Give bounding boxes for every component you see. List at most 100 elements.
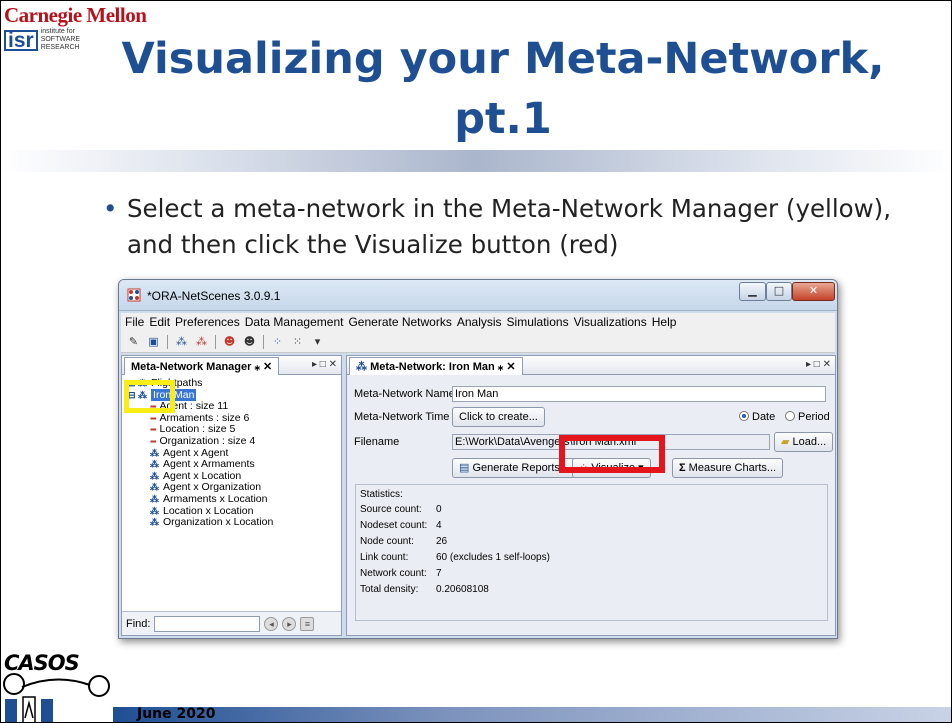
time-label: Meta-Network Time bbox=[354, 411, 450, 423]
network-icon: ⁂ bbox=[150, 493, 159, 504]
statistics-label: Statistics: bbox=[360, 489, 403, 500]
network-icon: ⁂ bbox=[150, 470, 159, 481]
menu-edit[interactable]: Edit bbox=[149, 315, 170, 329]
tree-item-label: Agent x Organization bbox=[163, 481, 262, 494]
click-to-create-button[interactable]: Click to create... bbox=[452, 407, 545, 427]
generate-reports-button[interactable]: ▤ Generate Reports... bbox=[452, 458, 577, 478]
network-edit-icon[interactable]: ⁂ bbox=[193, 334, 210, 350]
name-label: Meta-Network Name bbox=[354, 388, 455, 400]
load-button-label: Load... bbox=[792, 436, 827, 448]
find-next-icon[interactable]: ▸ bbox=[282, 616, 297, 631]
isr-text-line: SOFTWARE bbox=[40, 36, 81, 43]
radio-selected-icon bbox=[739, 411, 749, 421]
slide-title: Visualizing your Meta-Network, pt.1 bbox=[93, 29, 913, 149]
grid-icon[interactable]: ⁙ bbox=[289, 334, 306, 350]
statistic-value: 7 bbox=[436, 568, 442, 579]
menu-preferences[interactable]: Preferences bbox=[175, 315, 240, 329]
find-options-icon[interactable]: ≡ bbox=[300, 616, 315, 631]
bullet-text: Select a meta-network in the Meta-Networ… bbox=[127, 194, 892, 259]
period-radio[interactable]: Period bbox=[785, 411, 830, 423]
find-label: Find: bbox=[126, 617, 151, 630]
tree-item-label: Organization x Location bbox=[163, 516, 274, 529]
tree-item-label: Agent x Location bbox=[163, 469, 242, 482]
statistic-key: Node count: bbox=[360, 536, 414, 547]
menu-help[interactable]: Help bbox=[652, 315, 677, 329]
report-icon: ▤ bbox=[459, 462, 470, 474]
network-icon: ⁂ bbox=[150, 505, 159, 516]
cmu-logo: Carnegie Mellon bbox=[4, 3, 147, 27]
date-radio[interactable]: Date bbox=[739, 411, 775, 423]
isr-text-line: RESEARCH bbox=[40, 44, 80, 51]
toolbar: ✎ ▣ ⁂ ⁂ ☻ ☻ ⁘ ⁙ ▾ bbox=[121, 331, 835, 353]
folder-icon: ▰ bbox=[781, 436, 790, 448]
statistic-value: 0.20608108 bbox=[436, 584, 489, 595]
left-tab-bar: Meta-Network Manager ⁎ ✕ ▸ □ ✕ bbox=[122, 356, 341, 375]
panel-window-controls[interactable]: ▸ □ ✕ bbox=[312, 359, 337, 370]
minimize-button[interactable]: ▁ bbox=[739, 282, 766, 301]
title-line-2: pt.1 bbox=[454, 94, 552, 144]
find-prev-icon[interactable]: ◂ bbox=[264, 616, 279, 631]
network-icon: ⁂ bbox=[150, 447, 159, 458]
agents-icon[interactable]: ☻ bbox=[241, 334, 258, 350]
measure-charts-button[interactable]: Σ Measure Charts... bbox=[672, 458, 784, 478]
measure-charts-label: Measure Charts... bbox=[688, 462, 777, 474]
tree-item[interactable]: ⁂ Organization x Location bbox=[128, 516, 274, 529]
tree-item-label: Location : size 5 bbox=[159, 423, 236, 436]
dropdown-arrow-icon[interactable]: ▾ bbox=[309, 334, 326, 350]
tree-item-label: Location x Location bbox=[163, 504, 254, 517]
red-highlight-box bbox=[559, 435, 665, 473]
toolbar-separator bbox=[263, 334, 264, 349]
network-icon: ⁂ bbox=[150, 459, 159, 470]
statistic-key: Nodeset count: bbox=[360, 520, 428, 531]
menu-analysis[interactable]: Analysis bbox=[457, 315, 502, 329]
isr-text-line: institute for bbox=[40, 28, 75, 35]
network-icon[interactable]: ⁂ bbox=[173, 334, 190, 350]
statistic-value: 60 (excludes 1 self-loops) bbox=[436, 552, 550, 563]
meta-network-icon: ⁂ bbox=[356, 361, 367, 373]
network-icon: ⁂ bbox=[150, 482, 159, 493]
isr-logo: isr institute for SOFTWARE RESEARCH bbox=[4, 28, 80, 52]
nodeset-icon: ▪▪▪ bbox=[150, 425, 156, 435]
meta-network-manager-panel: Meta-Network Manager ⁎ ✕ ▸ □ ✕ ⊞ ⁂ Flight… bbox=[121, 355, 342, 636]
statistic-row: Link count: 60 (excludes 1 self-loops) bbox=[360, 552, 550, 563]
find-input[interactable] bbox=[154, 615, 261, 632]
statistic-row: Network count: 7 bbox=[360, 568, 442, 579]
isr-text: institute for SOFTWARE RESEARCH bbox=[41, 28, 80, 52]
title-divider bbox=[1, 150, 951, 172]
menu-file[interactable]: File bbox=[125, 315, 144, 329]
window-title: *ORA-NetScenes 3.0.9.1 bbox=[147, 289, 281, 303]
statistic-row: Nodeset count: 4 bbox=[360, 520, 442, 531]
window-titlebar[interactable]: *ORA-NetScenes 3.0.9.1 ▁ □ ✕ bbox=[119, 280, 837, 311]
maximize-button[interactable]: □ bbox=[766, 282, 792, 301]
menu-visualizations[interactable]: Visualizations bbox=[574, 315, 647, 329]
load-button[interactable]: ▰ Load... bbox=[774, 432, 834, 452]
statistic-value: 26 bbox=[436, 536, 448, 547]
meta-network-name-field[interactable]: Iron Man bbox=[452, 386, 826, 402]
statistics-box: Statistics: Source count: 0 Nodeset count:… bbox=[355, 484, 828, 621]
statistic-row: Source count: 0 bbox=[360, 504, 442, 515]
close-button[interactable]: ✕ bbox=[792, 282, 835, 301]
tab-meta-network-iron-man[interactable]: ⁂ Meta-Network: Iron Man ⁎ ✕ bbox=[349, 357, 523, 375]
footer-bar bbox=[113, 707, 951, 722]
menubar: File Edit Preferences Data Management Ge… bbox=[121, 313, 835, 331]
toolbar-separator bbox=[215, 334, 216, 349]
date-radio-label: Date bbox=[752, 411, 776, 423]
tree-item-label: Armaments x Location bbox=[163, 492, 268, 505]
panel-window-controls[interactable]: ▸ □ ✕ bbox=[806, 359, 831, 370]
filename-label: Filename bbox=[354, 436, 400, 448]
menu-simulations[interactable]: Simulations bbox=[507, 315, 569, 329]
find-bar: Find: ◂ ▸ ≡ bbox=[122, 611, 341, 635]
bullet-point: • Select a meta-network in the Meta-Netw… bbox=[103, 191, 907, 263]
menu-generate-networks[interactable]: Generate Networks bbox=[348, 315, 451, 329]
isr-mark: isr bbox=[4, 29, 38, 51]
statistic-key: Link count: bbox=[360, 552, 409, 563]
save-icon[interactable]: ▣ bbox=[145, 334, 162, 350]
menu-data-management[interactable]: Data Management bbox=[245, 315, 344, 329]
statistic-row: Node count: 26 bbox=[360, 536, 447, 547]
meta-network-editor-panel: ⁂ Meta-Network: Iron Man ⁎ ✕ ▸ □ ✕ Meta-… bbox=[346, 355, 836, 636]
footer-date: June 2020 bbox=[137, 706, 216, 722]
agent-icon[interactable]: ☻ bbox=[221, 334, 238, 350]
tab-meta-network-manager[interactable]: Meta-Network Manager ⁎ ✕ bbox=[124, 357, 280, 375]
wand-icon[interactable]: ✎ bbox=[125, 334, 142, 350]
visualize-network-icon[interactable]: ⁘ bbox=[269, 334, 286, 350]
